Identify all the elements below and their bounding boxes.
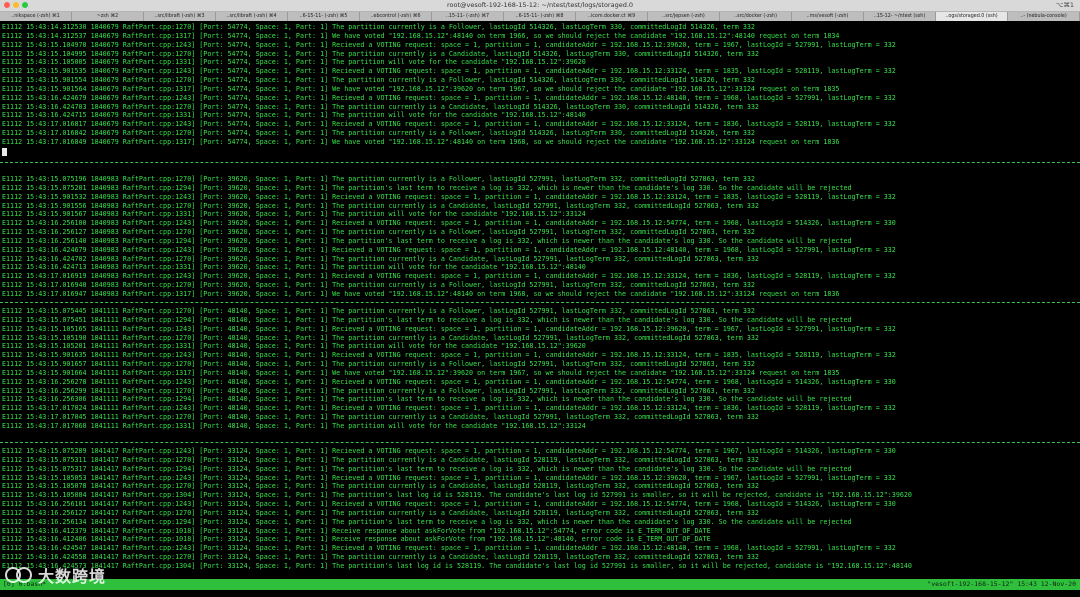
tab-6[interactable]: ..ebcontrol (-zsh) ⌘6 [360, 12, 432, 21]
log-line: E1112 15:43:15.901664 1841111 RaftPart.c… [2, 368, 840, 377]
log-line: E1112 15:43:15.105165 1841111 RaftPart.c… [2, 324, 896, 333]
tab-10[interactable]: ..src/jepsen (-zsh) [648, 12, 720, 21]
log-line: E1112 15:43:16.424713 1840983 RaftPart.c… [2, 263, 586, 272]
tab-7[interactable]: ..15-11- (-zsh) ⌘7 [432, 12, 504, 21]
pane-lines: E1112 15:43:15.075196 1840983 RaftPart.c… [2, 175, 1078, 299]
pane-lines: E1112 15:43:15.075289 1841417 RaftPart.c… [2, 447, 1078, 571]
log-line: E1112 15:43:15.105201 1841111 RaftPart.c… [2, 342, 586, 351]
log-line: E1112 15:43:15.901556 1840983 RaftPart.c… [2, 201, 759, 210]
log-line: E1112 15:43:16.424715 1840679 RaftPart.c… [2, 111, 586, 120]
log-line: E1112 15:43:15.901567 1840983 RaftPart.c… [2, 210, 586, 219]
terminal-pane-3[interactable]: E1112 15:43:15.075445 1841111 RaftPart.c… [2, 307, 1078, 435]
status-right: "vesoft-192-168-15-12" 15:43 12-Nov-20 [927, 580, 1076, 588]
log-line: E1112 15:43:15.075317 1841417 RaftPart.c… [2, 464, 852, 473]
pane-divider[interactable] [0, 302, 1080, 303]
log-line: E1112 15:43:15.105053 1841417 RaftPart.c… [2, 473, 896, 482]
log-line: E1112 15:43:17.016947 1840983 RaftPart.c… [2, 289, 840, 298]
pane-lines: E1112 15:43:14.312530 1840679 RaftPart.c… [2, 23, 1078, 147]
log-line: E1112 15:43:17.017045 1841111 RaftPart.c… [2, 413, 759, 422]
watermark-logo-icon [5, 567, 32, 583]
log-line: E1112 15:43:16.256127 1841417 RaftPart.c… [2, 508, 759, 517]
log-line: E1112 15:43:16.424679 1840983 RaftPart.c… [2, 245, 896, 254]
log-line: E1112 15:43:15.105190 1841111 RaftPart.c… [2, 333, 759, 342]
log-line: E1112 15:43:17.016940 1840983 RaftPart.c… [2, 281, 755, 290]
log-line: E1112 15:43:15.075196 1840983 RaftPart.c… [2, 175, 755, 183]
tab-11[interactable]: ..src/docker (-zsh) [720, 12, 792, 21]
log-line: E1112 15:43:16.424558 1841417 RaftPart.c… [2, 553, 759, 562]
tab-14-active[interactable]: ..ogs/storaged.0 (ssh) [936, 12, 1008, 21]
log-line: E1112 15:43:16.412379 1841417 RaftPart.c… [2, 526, 711, 535]
log-line: E1112 15:43:16.256140 1840983 RaftPart.c… [2, 236, 852, 245]
window-title: root@vesoft-192-168-15-12: ~/ntest/test/… [446, 1, 634, 9]
log-line: E1112 15:43:14.312530 1840679 RaftPart.c… [2, 23, 755, 31]
log-line: E1112 15:43:16.256278 1841111 RaftPart.c… [2, 377, 896, 386]
pane-divider[interactable] [0, 162, 1080, 163]
log-line: E1112 15:43:15.104995 1840679 RaftPart.c… [2, 49, 759, 58]
log-line: E1112 15:43:16.256306 1841111 RaftPart.c… [2, 395, 852, 404]
log-line: E1112 15:43:17.017060 1841111 RaftPart.c… [2, 421, 586, 430]
log-line: E1112 15:43:15.105078 1841417 RaftPart.c… [2, 482, 759, 491]
tab-8[interactable]: ..6-15-11- (-zsh) ⌘8 [504, 12, 576, 21]
terminal-pane-2[interactable]: E1112 15:43:15.075196 1840983 RaftPart.c… [2, 175, 1078, 303]
log-line: E1112 15:43:16.256299 1841111 RaftPart.c… [2, 386, 755, 395]
watermark-logo: 大数跨境 [4, 560, 116, 590]
tab-13[interactable]: ..15-12- ~/ntest (ssh) [864, 12, 936, 21]
log-line: E1112 15:43:15.104970 1840679 RaftPart.c… [2, 40, 896, 49]
log-line: E1112 15:43:15.075289 1841417 RaftPart.c… [2, 447, 896, 455]
log-line: E1112 15:43:17.016842 1840679 RaftPart.c… [2, 129, 755, 138]
log-line: E1112 15:43:15.105005 1840679 RaftPart.c… [2, 58, 586, 67]
tab-12[interactable]: ..ms/vesoft (-zsh) [792, 12, 864, 21]
tab-2[interactable]: ~zsh ⌘2 [72, 12, 144, 21]
log-line: E1112 15:43:16.424679 1840679 RaftPart.c… [2, 93, 896, 102]
tab-5[interactable]: ..6-15-11- (-zsh) ⌘5 [288, 12, 360, 21]
log-line: E1112 15:43:15.901535 1840679 RaftPart.c… [2, 67, 896, 76]
tmux-status-bar: [0] 0:bash* "vesoft-192-168-15-12" 15:43… [0, 579, 1080, 590]
log-line: E1112 15:43:16.424703 1840679 RaftPart.c… [2, 102, 759, 111]
log-line: E1112 15:43:16.256101 1841417 RaftPart.c… [2, 500, 896, 509]
log-line: E1112 15:43:15.075311 1841417 RaftPart.c… [2, 455, 759, 464]
log-line: E1112 15:43:15.901554 1840679 RaftPart.c… [2, 76, 755, 85]
terminal-area[interactable]: E1112 15:43:14.312530 1840679 RaftPart.c… [0, 22, 1080, 578]
tab-15[interactable]: ..- (nebula-console) [1008, 12, 1080, 21]
tab-9[interactable]: ..icom.docker.ct ⌘9 [576, 12, 648, 21]
log-line: E1112 15:43:17.016849 1840679 RaftPart.c… [2, 137, 840, 146]
log-line: E1112 15:43:16.256127 1840983 RaftPart.c… [2, 228, 755, 237]
log-line: E1112 15:43:16.256100 1840983 RaftPart.c… [2, 219, 896, 228]
log-line: E1112 15:43:15.105084 1841417 RaftPart.c… [2, 491, 912, 500]
watermark-text: 大数跨境 [38, 567, 107, 586]
tab-1[interactable]: ..nikspace (-zsh) ⌘1 [0, 12, 72, 21]
log-line: E1112 15:43:17.016817 1840679 RaftPart.c… [2, 120, 896, 129]
log-line: E1112 15:43:15.075445 1841111 RaftPart.c… [2, 307, 755, 315]
tab-bar: ..nikspace (-zsh) ⌘1 ~zsh ⌘2 ..src/libra… [0, 12, 1080, 21]
log-line: E1112 15:43:16.424547 1841417 RaftPart.c… [2, 544, 896, 553]
log-line: E1112 15:43:16.424573 1841417 RaftPart.c… [2, 561, 912, 570]
tab-3[interactable]: ..src/libraft (-zsh) ⌘3 [144, 12, 216, 21]
log-line: E1112 15:43:17.017024 1841111 RaftPart.c… [2, 404, 896, 413]
log-line: E1112 15:43:15.901564 1840679 RaftPart.c… [2, 84, 840, 93]
log-line: E1112 15:43:16.424702 1840983 RaftPart.c… [2, 254, 759, 263]
log-line: E1112 15:43:16.256134 1841417 RaftPart.c… [2, 517, 852, 526]
pane-divider[interactable] [0, 442, 1080, 443]
log-line: E1112 15:43:16.412406 1841417 RaftPart.c… [2, 535, 711, 544]
terminal-cursor [2, 147, 7, 156]
terminal-pane-4[interactable]: E1112 15:43:15.075289 1841417 RaftPart.c… [2, 447, 1078, 575]
window-shortcut: ⌥⌘1 [1055, 1, 1074, 9]
log-line: E1112 15:43:15.075201 1840983 RaftPart.c… [2, 183, 852, 192]
log-line: E1112 15:43:15.901657 1841111 RaftPart.c… [2, 360, 755, 369]
log-line: E1112 15:43:15.901635 1841111 RaftPart.c… [2, 351, 896, 360]
log-line: E1112 15:43:15.901532 1840983 RaftPart.c… [2, 192, 896, 201]
window-titlebar: root@vesoft-192-168-15-12: ~/ntest/test/… [0, 0, 1080, 12]
pane-lines: E1112 15:43:15.075445 1841111 RaftPart.c… [2, 307, 1078, 431]
tab-4[interactable]: ..src/libraft (-zsh) ⌘4 [216, 12, 288, 21]
log-line: E1112 15:43:15.075451 1841111 RaftPart.c… [2, 315, 852, 324]
terminal-pane-1[interactable]: E1112 15:43:14.312530 1840679 RaftPart.c… [2, 23, 1078, 173]
log-line: E1112 15:43:14.312537 1840679 RaftPart.c… [2, 31, 840, 40]
log-line: E1112 15:43:17.016919 1840983 RaftPart.c… [2, 272, 896, 281]
